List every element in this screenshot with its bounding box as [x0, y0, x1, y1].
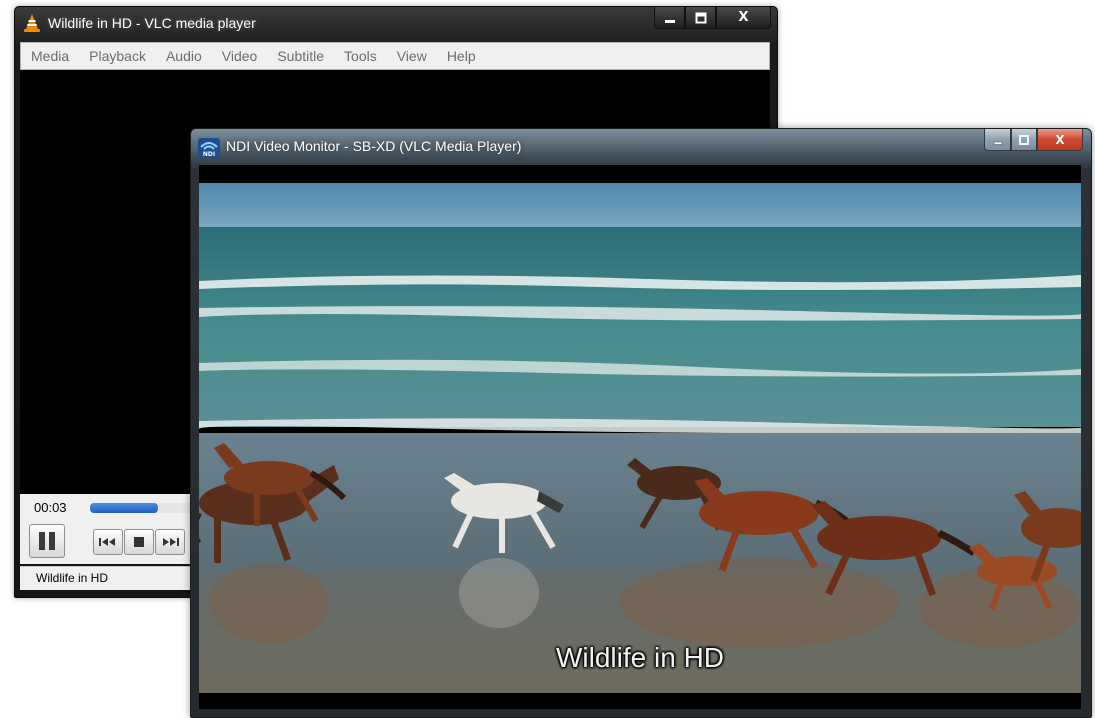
menu-help[interactable]: Help	[437, 48, 486, 64]
ndi-close-button[interactable]: X	[1037, 129, 1083, 151]
ndi-maximize-button[interactable]	[1011, 129, 1037, 151]
next-button[interactable]	[155, 529, 185, 555]
seek-progress	[90, 503, 158, 513]
vlc-minimize-button[interactable]	[654, 7, 685, 29]
sky	[199, 183, 1081, 227]
vlc-window-title: Wildlife in HD - VLC media player	[48, 15, 256, 31]
minimize-icon	[993, 141, 1002, 145]
menu-audio[interactable]: Audio	[156, 48, 212, 64]
previous-button[interactable]	[93, 529, 123, 555]
close-icon: X	[738, 10, 749, 25]
menu-tools[interactable]: Tools	[334, 48, 387, 64]
ndi-icon-text: NDI	[203, 151, 215, 158]
ndi-window: NDI NDI Video Monitor - SB-XD (VLC Media…	[190, 128, 1092, 718]
ndi-app-icon: NDI	[198, 138, 220, 158]
stop-icon	[134, 537, 144, 547]
pause-icon	[39, 532, 45, 550]
minimize-icon	[664, 19, 675, 23]
menu-playback[interactable]: Playback	[79, 48, 156, 64]
ndi-caption-buttons: X	[984, 129, 1083, 151]
pause-icon-bar	[49, 532, 55, 550]
skip-forward-icon	[163, 538, 179, 546]
ndi-minimize-button[interactable]	[984, 129, 1011, 151]
elapsed-time: 00:03	[34, 500, 67, 515]
maximize-icon	[1019, 134, 1029, 145]
menu-subtitle[interactable]: Subtitle	[267, 48, 334, 64]
ndi-window-title: NDI Video Monitor - SB-XD (VLC Media Pla…	[226, 138, 522, 154]
wild-horses-beach-video-frame	[199, 183, 1081, 693]
vlc-maximize-button[interactable]	[685, 7, 716, 29]
stop-button[interactable]	[124, 529, 154, 555]
menu-video[interactable]: Video	[212, 48, 268, 64]
vlc-cone-icon	[24, 14, 40, 32]
ndi-video-area[interactable]: Wildlife in HD	[199, 165, 1081, 709]
close-icon: X	[1055, 132, 1065, 147]
menu-media[interactable]: Media	[21, 48, 79, 64]
vlc-menu-bar: Media Playback Audio Video Subtitle Tool…	[20, 42, 770, 70]
ndi-title-bar[interactable]: NDI NDI Video Monitor - SB-XD (VLC Media…	[191, 129, 1091, 163]
vlc-close-button[interactable]: X	[716, 7, 771, 29]
maximize-icon	[695, 12, 706, 23]
pause-button[interactable]	[29, 524, 65, 558]
status-media-title: Wildlife in HD	[36, 571, 109, 585]
sea	[199, 227, 1081, 427]
video-subtitle: Wildlife in HD	[555, 642, 725, 673]
skip-back-icon	[99, 538, 115, 546]
vlc-caption-buttons: X	[654, 7, 771, 29]
menu-view[interactable]: View	[387, 48, 437, 64]
vlc-title-bar[interactable]: Wildlife in HD - VLC media player X	[15, 7, 777, 41]
